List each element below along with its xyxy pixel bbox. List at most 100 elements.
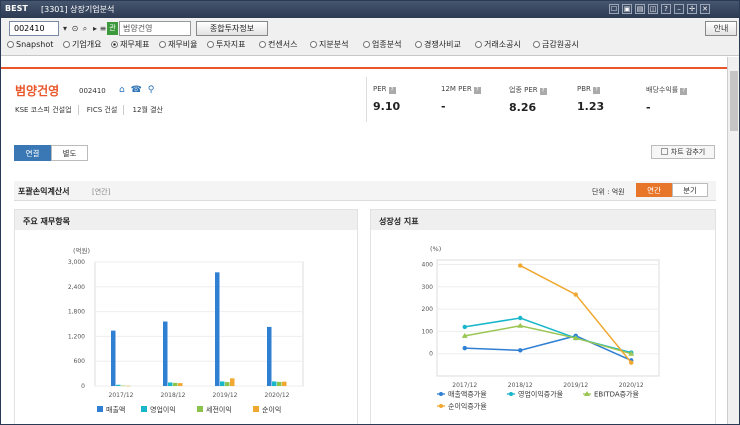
legend-label: 매출액증가율 bbox=[448, 390, 487, 399]
panel-header: 성장성 지표 bbox=[371, 210, 715, 230]
panel-title: 성장성 지표 bbox=[379, 217, 419, 226]
radio-dot-icon bbox=[363, 41, 370, 48]
radio-dot-icon bbox=[207, 41, 214, 48]
info-icon[interactable]: ? bbox=[539, 88, 547, 95]
bar bbox=[163, 321, 168, 386]
stock-code-input[interactable]: 002410 bbox=[9, 21, 59, 36]
key-financials-panel: 주요 재무항목 (억원) 0 600 1,200 1,800 2,400 3,000 2017… bbox=[14, 209, 358, 424]
info-icon[interactable]: ? bbox=[473, 87, 481, 94]
radio-consensus[interactable]: 컨센서스 bbox=[259, 38, 297, 52]
search-icon[interactable]: ⌕ bbox=[80, 22, 90, 35]
bar bbox=[116, 384, 121, 386]
fics-sector: FICS 건설 bbox=[87, 105, 125, 115]
bar bbox=[121, 385, 126, 387]
data-point bbox=[518, 348, 523, 353]
metric-industry-per: 업종 PER? 8.26 bbox=[509, 85, 547, 114]
radio-investment-indicators[interactable]: 투자지표 bbox=[207, 38, 245, 52]
scroll-thumb[interactable] bbox=[730, 71, 738, 131]
growth-indicators-chart: (%) 0 100 200 300 400 2017/12 2018/12 2019/12 202… bbox=[422, 245, 660, 411]
radio-dot-icon bbox=[533, 41, 540, 48]
move-icon[interactable]: ✢ bbox=[687, 4, 697, 14]
tab-separate[interactable]: 별도 bbox=[51, 145, 88, 161]
radio-dot-icon bbox=[475, 41, 482, 48]
y-tick-label: 100 bbox=[422, 328, 434, 335]
app-window: BEST [3301] 상장기업분석 ☐ ▣ ▤ ◫ ? – ✢ ✕ 00241… bbox=[0, 0, 740, 425]
metric-value: - bbox=[646, 101, 651, 114]
radio-snapshot[interactable]: Snapshot bbox=[7, 38, 53, 52]
company-name-field[interactable]: 범양건영 bbox=[119, 21, 191, 36]
y-tick-label: 3,000 bbox=[68, 259, 85, 266]
hide-chart-button[interactable]: 차트 감추기 bbox=[651, 145, 715, 159]
x-tick-label: 2020/12 bbox=[265, 392, 290, 399]
radio-dot-icon bbox=[310, 41, 317, 48]
window-title: [3301] 상장기업분석 bbox=[41, 5, 115, 14]
legend-swatch bbox=[97, 406, 103, 412]
legend-marker bbox=[439, 392, 443, 396]
radio-industry-analysis[interactable]: 업종분석 bbox=[363, 38, 401, 52]
market-sector: KSE 코스피 건설업 bbox=[15, 105, 79, 115]
dropdown-arrow-icon[interactable]: ▾ bbox=[60, 22, 70, 35]
legend-swatch bbox=[141, 406, 147, 412]
info-icon[interactable]: ? bbox=[388, 87, 396, 94]
y-tick-label: 1,800 bbox=[68, 309, 85, 316]
minimize-icon[interactable]: – bbox=[674, 4, 684, 14]
tab-consolidated[interactable]: 연결 bbox=[14, 145, 51, 161]
info-icon[interactable]: ? bbox=[592, 87, 600, 94]
history-icon[interactable]: ⊙ bbox=[70, 22, 80, 35]
legend-marker bbox=[439, 404, 443, 408]
legend-swatch bbox=[197, 406, 203, 412]
bar bbox=[267, 326, 272, 386]
phone-icon[interactable]: ☎ bbox=[131, 85, 142, 95]
data-point bbox=[518, 263, 523, 268]
close-icon[interactable]: ✕ bbox=[700, 4, 710, 14]
legend-label: 영업이익 bbox=[150, 405, 176, 414]
legend-label: 순이익 bbox=[262, 405, 281, 414]
radio-financial-ratios[interactable]: 재무비율 bbox=[159, 38, 197, 52]
metric-12m-per: 12M PER? - bbox=[441, 85, 481, 113]
y-tick-label: 400 bbox=[422, 261, 434, 268]
title-bar: BEST [3301] 상장기업분석 ☐ ▣ ▤ ◫ ? – ✢ ✕ bbox=[1, 1, 739, 18]
window-tile-icon[interactable]: ☐ bbox=[609, 4, 619, 14]
data-point bbox=[462, 345, 467, 351]
help-icon[interactable]: ? bbox=[661, 4, 671, 14]
x-tick-label: 2019/12 bbox=[213, 392, 238, 399]
radio-overview[interactable]: 기업개요 bbox=[63, 38, 101, 52]
vertical-scrollbar[interactable] bbox=[727, 57, 739, 424]
data-point bbox=[573, 292, 578, 297]
radio-dot-icon bbox=[159, 41, 166, 48]
radio-financial-statements[interactable]: 재무제표 bbox=[111, 38, 149, 52]
info-icon[interactable]: ? bbox=[680, 88, 688, 95]
y-axis-label: (억원) bbox=[73, 246, 90, 255]
bar bbox=[168, 382, 173, 386]
company-code: 002410 bbox=[79, 87, 106, 95]
radio-dot-icon bbox=[415, 41, 422, 48]
home-icon[interactable]: ⌂ bbox=[119, 85, 125, 95]
data-point bbox=[462, 324, 467, 330]
window-cascade-icon[interactable]: ▣ bbox=[622, 4, 632, 14]
guide-button[interactable]: 안내 bbox=[705, 21, 737, 36]
group-badge[interactable]: 관 bbox=[107, 22, 118, 35]
radio-competitor-comparison[interactable]: 경쟁사비교 bbox=[415, 38, 461, 52]
panel-header: 주요 재무항목 bbox=[15, 210, 357, 230]
y-tick-label: 300 bbox=[422, 284, 434, 291]
period-quarterly-button[interactable]: 분기 bbox=[672, 183, 708, 197]
radio-fss-disclosure[interactable]: 금감원공시 bbox=[533, 38, 579, 52]
y-tick-label: 600 bbox=[74, 358, 86, 365]
company-info-button[interactable]: 종합투자정보 bbox=[196, 21, 268, 36]
bar bbox=[225, 382, 230, 386]
radio-dot-icon bbox=[63, 41, 70, 48]
window-split-icon[interactable]: ◫ bbox=[648, 4, 658, 14]
legend-label: 세전이익 bbox=[206, 405, 232, 414]
bar bbox=[126, 385, 131, 387]
location-pin-icon[interactable]: ⚲ bbox=[148, 85, 155, 95]
period-annual-button[interactable]: 연간 bbox=[636, 183, 672, 197]
window-list-icon[interactable]: ▤ bbox=[635, 4, 645, 14]
radio-exchange-disclosure[interactable]: 거래소공시 bbox=[475, 38, 521, 52]
metric-dividend-yield: 배당수익률? - bbox=[646, 85, 688, 114]
metric-pbr: PBR? 1.23 bbox=[577, 85, 605, 113]
y-tick-label: 0 bbox=[81, 383, 85, 390]
radio-equity-analysis[interactable]: 지분분석 bbox=[310, 38, 348, 52]
legend-label: 매출액 bbox=[106, 405, 125, 414]
main-content: 범양건영 002410 ⌂ ☎ ⚲ KSE 코스피 건설업 FICS 건설 12… bbox=[1, 57, 727, 424]
bar bbox=[111, 330, 116, 386]
